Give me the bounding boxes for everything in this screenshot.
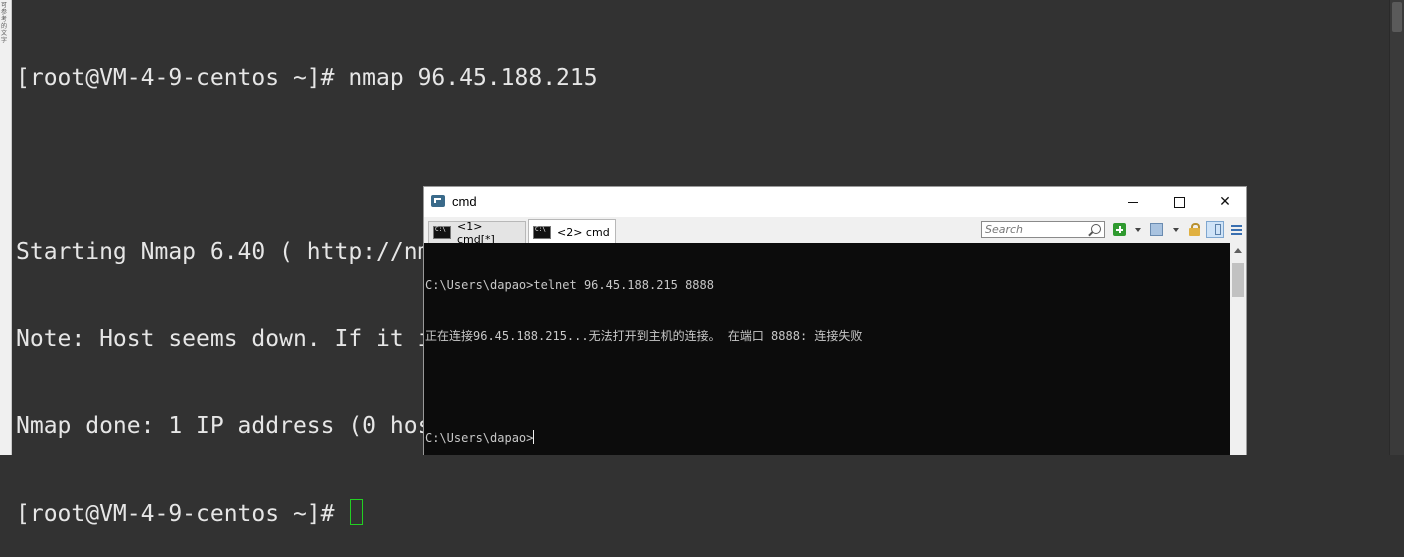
- split-panel-icon[interactable]: [1206, 221, 1224, 238]
- terminal-prompt: [root@VM-4-9-centos ~]#: [16, 501, 349, 527]
- search-icon[interactable]: [1091, 224, 1101, 234]
- left-strip-text: 可参考的文字: [1, 2, 8, 44]
- minimize-icon: [1128, 201, 1138, 203]
- search-placeholder: Search: [985, 223, 1024, 236]
- close-icon: ✕: [1219, 194, 1231, 210]
- maximize-button[interactable]: [1156, 187, 1202, 217]
- terminal-scrollbar[interactable]: [1389, 0, 1404, 455]
- terminal-cursor: [350, 499, 364, 525]
- cmd-window-title: cmd: [452, 194, 477, 209]
- hamburger-menu-icon[interactable]: [1230, 223, 1243, 236]
- tab-toolbar-row: <1> cmd[*] <2> cmd Search: [424, 217, 1246, 246]
- console-cursor: [533, 430, 535, 444]
- console-line: C:\Users\dapao>telnet 96.45.188.215 8888: [425, 278, 714, 292]
- settings-icon[interactable]: [1150, 223, 1163, 236]
- tab-cmd-1[interactable]: <1> cmd[*]: [428, 219, 526, 246]
- console-line: 正在连接96.45.188.215...无法打开到主机的连接。 在端口 8888…: [425, 329, 863, 343]
- scroll-up-icon[interactable]: [1234, 248, 1242, 253]
- console-scrollbar[interactable]: [1230, 243, 1246, 455]
- console-prompt-line[interactable]: C:\Users\dapao>: [425, 430, 862, 447]
- cmd-titlebar[interactable]: cmd ✕: [424, 187, 1246, 217]
- left-side-strip: 可参考的文字: [0, 0, 12, 455]
- close-button[interactable]: ✕: [1202, 187, 1248, 217]
- minimize-button[interactable]: [1110, 187, 1156, 217]
- tab-cmd-2[interactable]: <2> cmd: [528, 219, 616, 244]
- new-console-dropdown-icon[interactable]: [1135, 228, 1141, 232]
- cmd-window[interactable]: cmd ✕ <1> cmd[*] <2> cmd Search C:\Users…: [423, 186, 1247, 455]
- console-icon: [533, 225, 551, 239]
- terminal-prompt-line[interactable]: [root@VM-4-9-centos ~]#: [16, 499, 1124, 528]
- settings-dropdown-icon[interactable]: [1173, 228, 1179, 232]
- console-prompt: C:\Users\dapao>: [425, 431, 534, 445]
- console-icon: [433, 226, 451, 239]
- tab-label: <2> cmd: [557, 225, 610, 239]
- terminal-line: [root@VM-4-9-centos ~]# nmap 96.45.188.2…: [16, 65, 598, 91]
- cmd-console[interactable]: C:\Users\dapao>telnet 96.45.188.215 8888…: [424, 243, 1230, 455]
- cmd-console-output: C:\Users\dapao>telnet 96.45.188.215 8888…: [425, 243, 862, 481]
- lock-icon[interactable]: [1188, 223, 1201, 236]
- maximize-icon: [1173, 196, 1185, 208]
- cmd-app-icon: [431, 195, 445, 207]
- console-scrollbar-thumb[interactable]: [1232, 263, 1244, 297]
- terminal-scrollbar-thumb[interactable]: [1392, 2, 1402, 32]
- new-console-icon[interactable]: [1113, 223, 1126, 236]
- search-input[interactable]: Search: [981, 221, 1105, 238]
- tab-label: <1> cmd[*]: [457, 219, 495, 246]
